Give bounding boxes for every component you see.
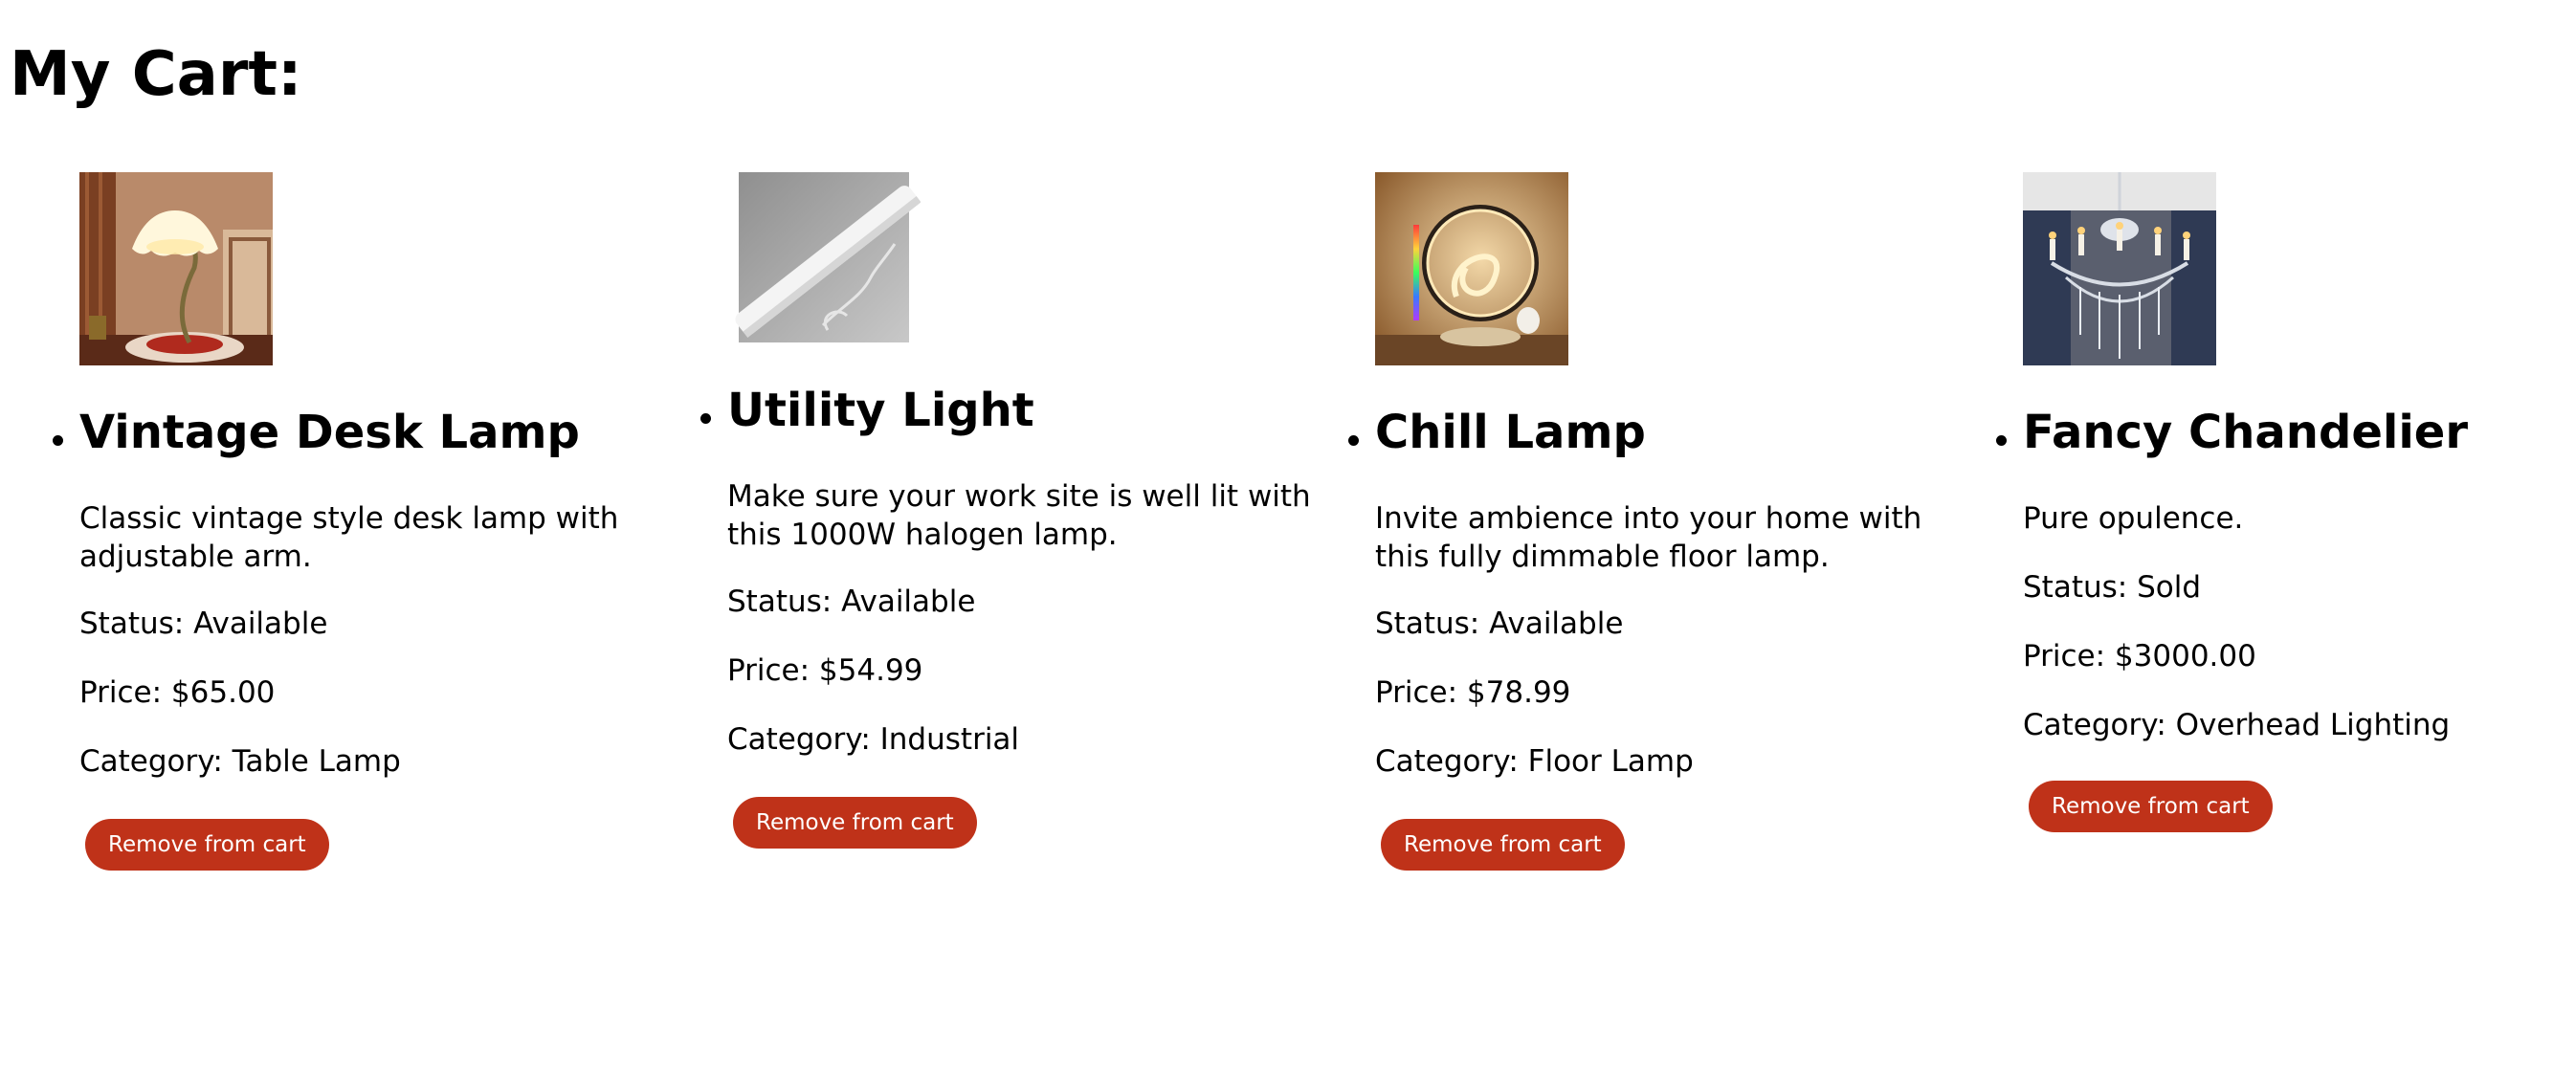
product-name: Utility Light	[727, 384, 1034, 437]
product-category: Category: Floor Lamp	[1375, 744, 1694, 779]
product-description: Classic vintage style desk lamp with adj…	[79, 501, 619, 574]
remove-from-cart-button[interactable]: Remove from cart	[2029, 781, 2273, 832]
chill-lamp-image	[1375, 172, 1568, 365]
product-price: Price: $78.99	[1375, 675, 1571, 710]
list-bullet	[700, 413, 711, 424]
cart-item-vintage-desk-lamp: Vintage Desk Lamp Classic vintage style …	[53, 172, 692, 871]
product-price: Price: $3000.00	[2023, 639, 2256, 673]
product-status: Status: Sold	[2023, 570, 2202, 605]
cart-item-utility-light: Utility Light Make sure your work site i…	[700, 172, 1340, 871]
product-price: Price: $54.99	[727, 653, 923, 688]
remove-from-cart-button[interactable]: Remove from cart	[733, 797, 977, 849]
cart-page: My Cart: Vintage Desk Lamp Classic vinta…	[0, 0, 2576, 1081]
product-category: Category: Table Lamp	[79, 744, 401, 779]
product-category: Category: Overhead Lighting	[2023, 708, 2451, 742]
utility-light-image	[727, 172, 921, 347]
list-bullet	[1996, 435, 2007, 446]
product-status: Status: Available	[79, 607, 328, 641]
product-status: Status: Available	[727, 585, 976, 619]
cart-item-chill-lamp: Chill Lamp Invite ambience into your hom…	[1348, 172, 1988, 871]
product-name: Fancy Chandelier	[2023, 406, 2468, 459]
product-name: Chill Lamp	[1375, 406, 1646, 459]
product-name: Vintage Desk Lamp	[79, 406, 580, 459]
vintage-desk-lamp-image	[79, 172, 273, 365]
chandelier-image	[2023, 172, 2216, 365]
product-description: Invite ambience into your home with this…	[1375, 501, 1922, 574]
product-price: Price: $65.00	[79, 675, 276, 710]
cart-item-fancy-chandelier: Fancy Chandelier Pure opulence. Status: …	[1996, 172, 2576, 871]
product-category: Category: Industrial	[727, 722, 1020, 757]
remove-from-cart-button[interactable]: Remove from cart	[1381, 819, 1625, 871]
product-description: Pure opulence.	[2023, 501, 2244, 536]
product-description: Make sure your work site is well lit wit…	[727, 479, 1311, 552]
product-status: Status: Available	[1375, 607, 1624, 641]
page-title: My Cart:	[10, 39, 302, 110]
remove-from-cart-button[interactable]: Remove from cart	[85, 819, 329, 871]
list-bullet	[1348, 435, 1359, 446]
list-bullet	[53, 435, 63, 446]
